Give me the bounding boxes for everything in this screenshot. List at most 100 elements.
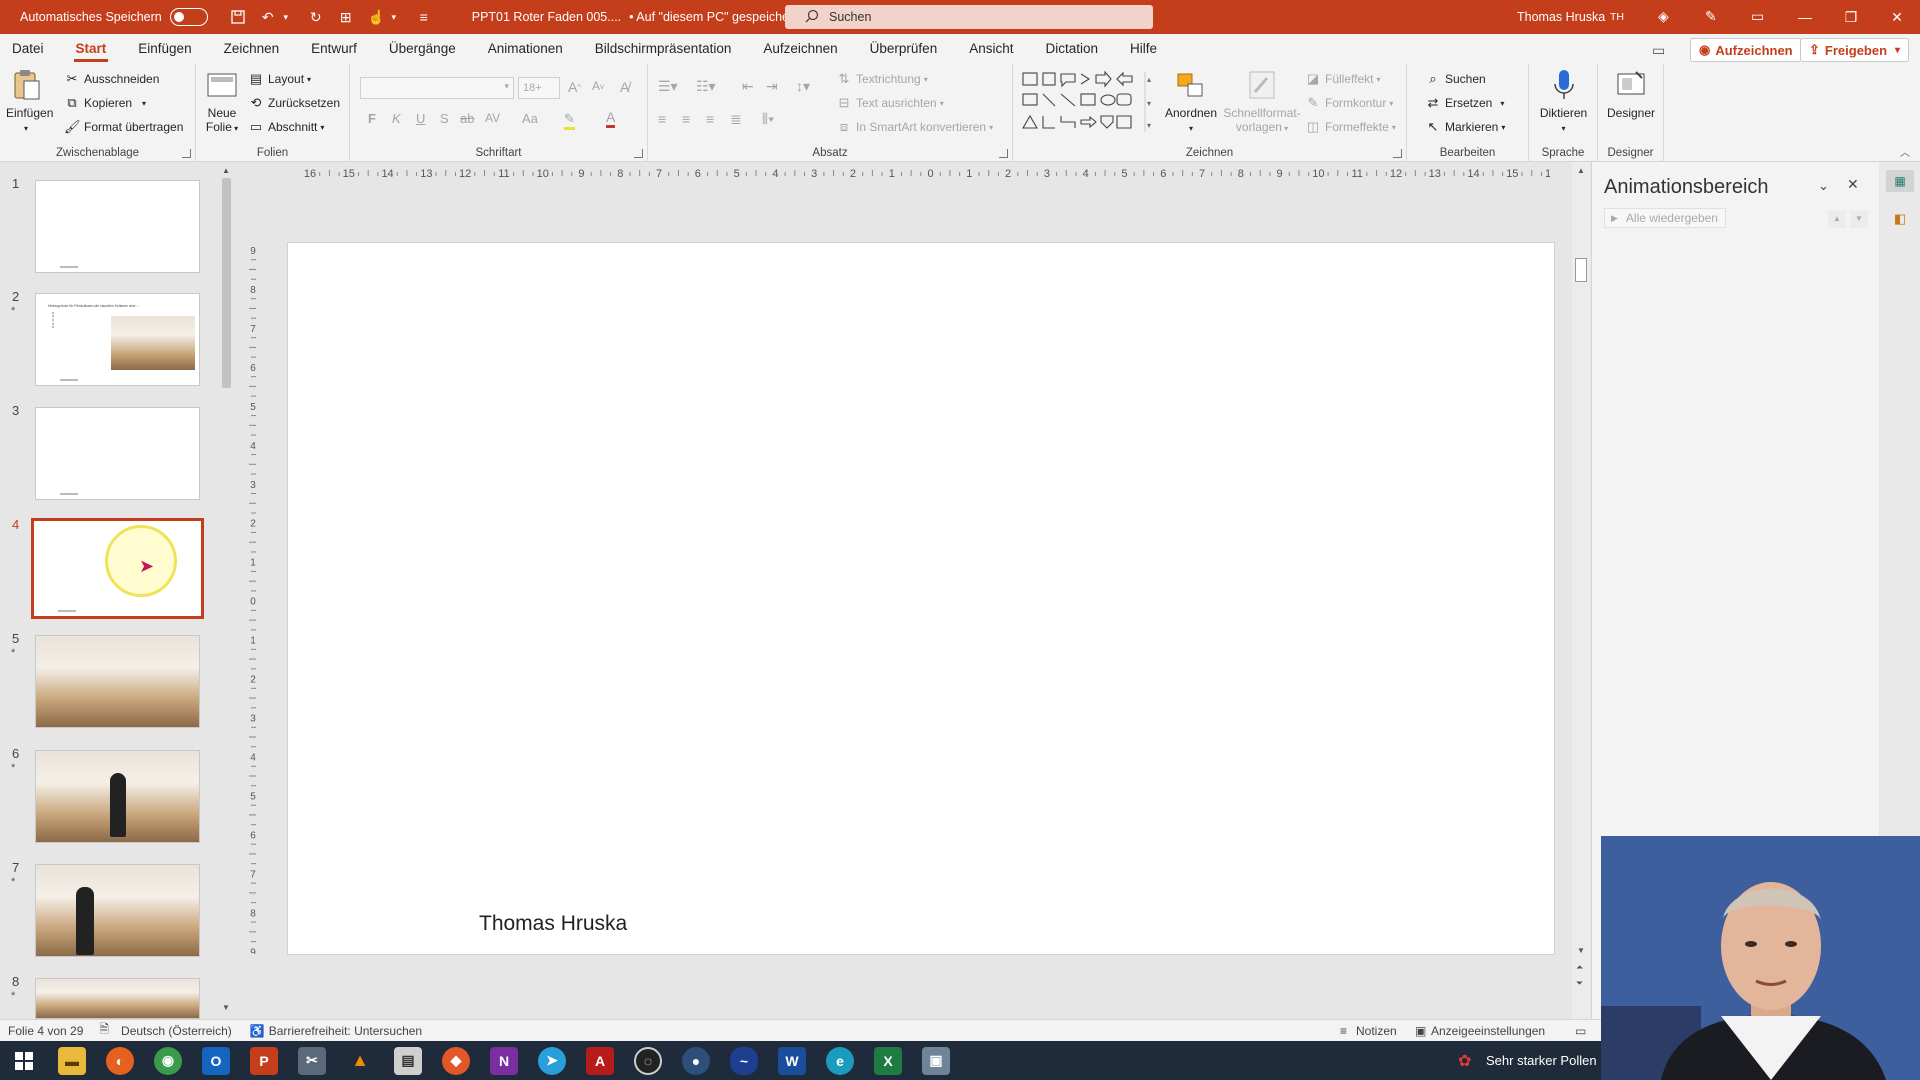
display-settings-icon[interactable]: ▣	[1415, 1024, 1426, 1038]
designer-button[interactable]: Designer	[1600, 68, 1662, 120]
tab-einfuegen[interactable]: Einfügen	[122, 34, 207, 64]
present-from-start-icon[interactable]: ⊞	[338, 9, 354, 25]
tab-start[interactable]: Start	[60, 34, 123, 64]
tab-bildschirmpraesentation[interactable]: Bildschirmpräsentation	[579, 34, 748, 64]
slide-footer-text[interactable]: Thomas Hruska	[479, 912, 627, 936]
slide-thumbnail-1[interactable]	[35, 180, 200, 273]
notes-button[interactable]: Notizen	[1356, 1024, 1397, 1038]
scroll-up-icon[interactable]: ▲	[1577, 166, 1585, 175]
redo-icon[interactable]: ↻	[308, 9, 324, 25]
chevron-down-icon[interactable]: ▾	[278, 9, 294, 25]
search-input[interactable]: Suchen	[785, 5, 1153, 29]
notes-icon[interactable]: ≡	[1340, 1024, 1347, 1038]
layout-button[interactable]: ▤ Layout ▾	[248, 71, 311, 87]
reset-button[interactable]: ⟲ Zurücksetzen	[248, 95, 340, 111]
touch-mode-icon[interactable]: ☝	[368, 9, 385, 25]
clear-format-icon[interactable]: A̸	[620, 79, 629, 95]
display-settings-button[interactable]: Anzeigeeinstellungen	[1431, 1024, 1545, 1038]
slide-thumbnail-7[interactable]	[35, 864, 200, 957]
decrease-indent-icon[interactable]: ⇤	[742, 78, 754, 95]
weather-status[interactable]: Sehr starker Pollen	[1486, 1053, 1597, 1068]
slide-position[interactable]: Folie 4 von 29	[8, 1024, 83, 1038]
word-icon[interactable]: W	[778, 1046, 806, 1075]
quick-styles-button[interactable]: Schnellformat-vorlagen ▾	[1219, 68, 1305, 136]
grow-font-icon[interactable]: A ^	[568, 79, 581, 95]
shrink-font-icon[interactable]: Av	[592, 79, 604, 93]
tab-uebergaenge[interactable]: Übergänge	[373, 34, 472, 64]
thumbnail-scrollbar[interactable]: ▲ ▼	[218, 162, 236, 1019]
chrome-icon[interactable]: ◉	[154, 1046, 182, 1075]
tab-hilfe[interactable]: Hilfe	[1114, 34, 1173, 64]
increase-indent-icon[interactable]: ⇥	[766, 78, 778, 95]
align-left-icon[interactable]: ≡	[658, 111, 666, 127]
underline-button[interactable]: U	[416, 111, 425, 126]
customize-toolbar-icon[interactable]: ≡	[416, 9, 432, 25]
language[interactable]: Deutsch (Österreich)	[121, 1024, 232, 1038]
accessibility-status[interactable]: Barrierefreiheit: Untersuchen	[269, 1024, 422, 1038]
tab-zeichnen[interactable]: Zeichnen	[208, 34, 296, 64]
shape-outline-button[interactable]: ✎ Formkontur ▾	[1305, 95, 1394, 111]
notepad-icon[interactable]: ▤	[394, 1046, 422, 1075]
minimize-button[interactable]: —	[1782, 0, 1828, 34]
windows-start-icon[interactable]	[10, 1047, 38, 1075]
dialog-launcher-icon[interactable]	[999, 149, 1008, 158]
autosave-toggle[interactable]	[169, 8, 208, 26]
collapse-ribbon-icon[interactable]: ︿	[1900, 144, 1910, 159]
select-button[interactable]: ↖ Markieren ▾	[1425, 119, 1506, 135]
new-slide-button[interactable]: Neue Folie ▾	[204, 68, 240, 136]
edge-icon[interactable]: e	[826, 1046, 854, 1075]
slide-thumbnail-8[interactable]	[35, 978, 200, 1019]
previous-slide-icon[interactable]: ⏶	[1576, 962, 1583, 973]
copy-button[interactable]: ⧉ Kopieren ▾	[64, 95, 146, 111]
format-painter-button[interactable]: 🖌 Format übertragen	[64, 119, 183, 135]
undo-icon[interactable]: ↶	[260, 9, 276, 25]
screenshot-tool-icon[interactable]: ✂	[298, 1046, 326, 1075]
pollen-icon[interactable]: ✿	[1458, 1051, 1471, 1071]
numbering-icon[interactable]: ☷▾	[696, 78, 716, 95]
obs-icon[interactable]: ◌	[634, 1046, 662, 1075]
user-name[interactable]: Thomas Hruska	[1517, 10, 1605, 24]
excel-icon[interactable]: X	[874, 1046, 902, 1075]
tab-entwurf[interactable]: Entwurf	[295, 34, 373, 64]
ribbon-display-icon[interactable]: ▭	[1751, 8, 1764, 25]
tab-ansicht[interactable]: Ansicht	[953, 34, 1029, 64]
pen-icon[interactable]: ✎	[1705, 8, 1717, 25]
dialog-launcher-icon[interactable]	[634, 149, 643, 158]
designer-pane-tab-icon[interactable]: ◧	[1886, 208, 1914, 230]
telegram-icon[interactable]: ➤	[538, 1046, 566, 1075]
align-right-icon[interactable]: ≡	[706, 111, 714, 127]
shape-effects-button[interactable]: ◫ Formeffekte ▾	[1305, 119, 1396, 135]
save-icon[interactable]	[230, 9, 246, 25]
slide-thumbnail-2[interactable]: Hintergründe für Filmkulissen die visuel…	[35, 293, 200, 386]
dialog-launcher-icon[interactable]	[1393, 149, 1402, 158]
normal-view-icon[interactable]: ▭	[1575, 1024, 1586, 1038]
scroll-up-icon[interactable]: ▲	[222, 166, 230, 175]
dialog-launcher-icon[interactable]	[182, 149, 191, 158]
app-circle-icon[interactable]: ●	[682, 1046, 710, 1075]
editor-scrollbar[interactable]: ▲ ▼ ⏶ ⏷	[1572, 162, 1590, 1019]
replace-button[interactable]: ⇄ Ersetzen ▾	[1425, 95, 1505, 111]
paste-button[interactable]: Einfügen ▾	[6, 68, 53, 136]
move-down-icon[interactable]: ▼	[1850, 210, 1868, 228]
font-family-select[interactable]: ▾	[360, 77, 514, 99]
shadow-button[interactable]: S	[440, 111, 449, 126]
tab-aufzeichnen[interactable]: Aufzeichnen	[747, 34, 853, 64]
tab-animationen[interactable]: Animationen	[472, 34, 579, 64]
tab-datei[interactable]: Datei	[0, 34, 60, 64]
find-button[interactable]: ⌕ Suchen	[1425, 71, 1485, 87]
text-direction-button[interactable]: ⇅ Textrichtung ▾	[836, 71, 928, 87]
highlight-icon[interactable]: ✎	[564, 111, 575, 130]
remote-desktop-icon[interactable]: ▣	[922, 1046, 950, 1075]
file-explorer-icon[interactable]: ▬	[58, 1046, 86, 1075]
spellcheck-icon[interactable]: 🗎	[99, 1020, 109, 1041]
outlook-icon[interactable]: O	[202, 1046, 230, 1075]
close-icon[interactable]: ✕	[1847, 176, 1859, 193]
avatar[interactable]: TH	[1606, 7, 1628, 27]
dictate-button[interactable]: Diktieren ▾	[1531, 68, 1596, 136]
chevron-down-icon[interactable]: ⌄	[1818, 178, 1829, 194]
move-up-icon[interactable]: ▲	[1828, 210, 1846, 228]
accessibility-icon[interactable]: ♿	[250, 1024, 265, 1038]
bullets-icon[interactable]: ☰▾	[658, 78, 678, 95]
italic-button[interactable]: K	[392, 111, 401, 126]
firefox-icon[interactable]: ◐	[106, 1046, 134, 1075]
